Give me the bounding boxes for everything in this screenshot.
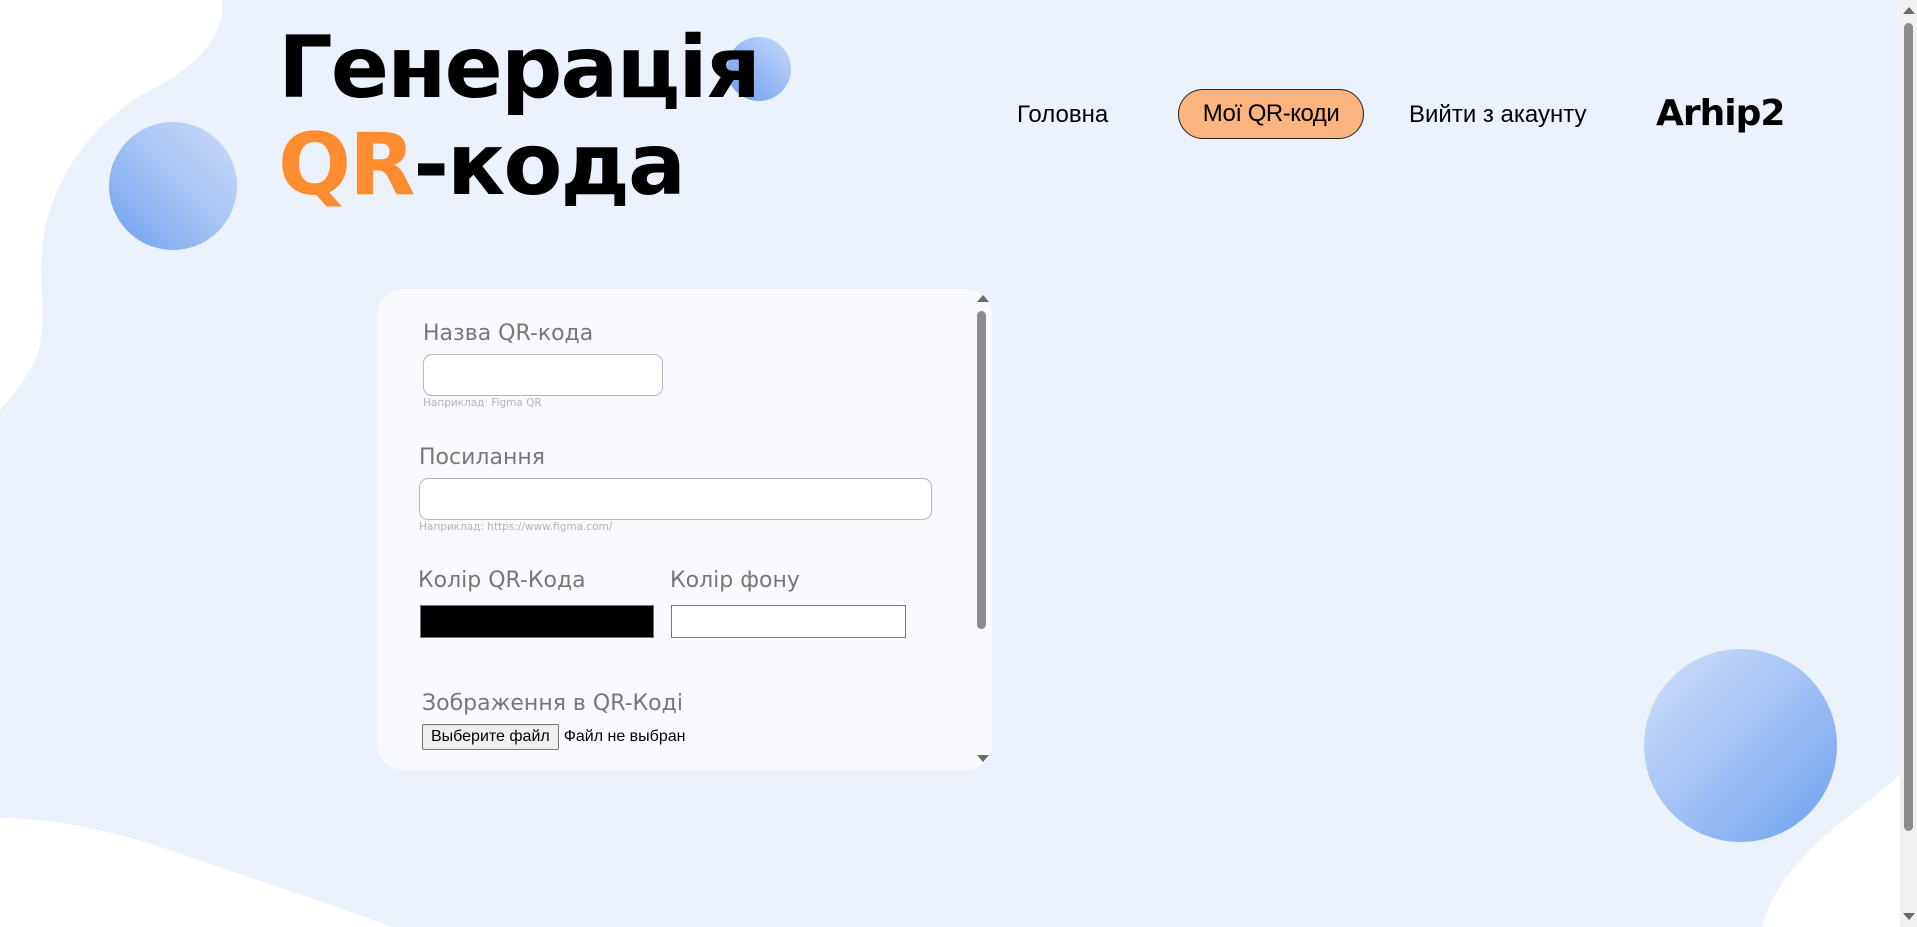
choose-file-button[interactable]: Выберите файл [422,724,559,750]
image-label: Зображення в QR-Коді [422,691,683,716]
scrollbar-thumb[interactable] [1904,23,1913,831]
qr-color-label: Колір QR-Кода [418,568,586,593]
page-scrollbar[interactable] [1900,0,1917,927]
qr-name-hint: Наприклад: Figma QR [423,397,542,409]
nav-logout-link[interactable]: Вийти з акаунту [1409,101,1587,129]
qr-name-input[interactable] [423,354,663,396]
file-upload: Выберите файл Файл не выбран [422,724,685,750]
qr-form-card: Назва QR-кода Наприклад: Figma QR Посила… [377,289,992,770]
decorative-circle [109,122,237,250]
page: Генерація QR-кода Головна Мої QR-коди Ви… [0,0,1917,927]
bg-color-label: Колір фону [670,568,800,593]
qr-color-picker[interactable] [420,605,654,638]
nav-my-qr-codes-button[interactable]: Мої QR-коди [1178,89,1364,139]
bg-color-picker[interactable] [671,605,906,638]
decorative-circle [1644,649,1837,842]
qr-name-label: Назва QR-кода [423,321,594,346]
qr-form: Назва QR-кода Наприклад: Figma QR Посила… [377,289,992,770]
scrollbar-thumb[interactable] [977,311,986,629]
scroll-up-arrow-icon[interactable] [977,295,989,302]
scroll-up-arrow-icon[interactable] [1903,7,1915,14]
link-label: Посилання [419,445,545,470]
link-input[interactable] [419,478,932,520]
link-hint: Наприклад: https://www.figma.com/ [419,521,613,533]
top-nav: Головна Мої QR-коди Вийти з акаунту Arhi… [0,89,1917,141]
nav-home-link[interactable]: Головна [1017,101,1108,129]
form-scrollbar[interactable] [973,291,990,766]
username: Arhip2 [1656,93,1785,134]
scroll-down-arrow-icon[interactable] [977,755,989,762]
scroll-down-arrow-icon[interactable] [1903,913,1915,920]
file-status-text: Файл не выбран [563,728,686,745]
